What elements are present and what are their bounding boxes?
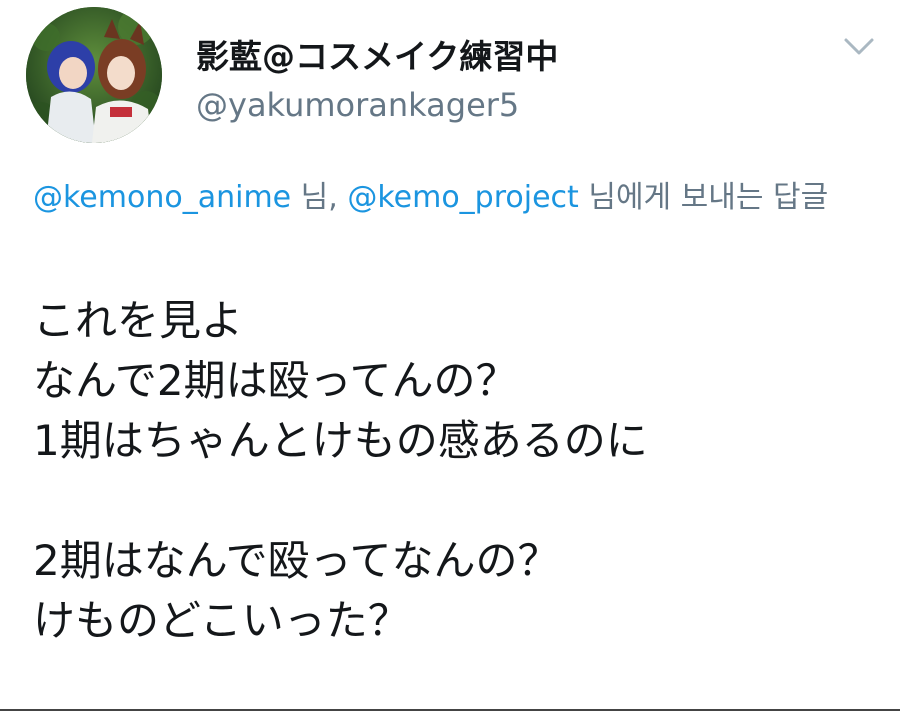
user-avatar[interactable] xyxy=(26,7,162,143)
author-handle[interactable]: @yakumorankager5 xyxy=(196,86,519,124)
mention-link[interactable]: @kemono_anime xyxy=(33,180,291,215)
tweet-line: これを見よ xyxy=(33,296,244,345)
reply-context: @kemono_anime 님, @kemo_project 님에게 보내는 답… xyxy=(33,176,873,220)
tweet-card: 影藍@コスメイク練習中 @yakumorankager5 @kemono_ani… xyxy=(0,0,900,711)
chevron-down-icon[interactable] xyxy=(842,36,876,58)
mention-link[interactable]: @kemo_project xyxy=(347,180,578,215)
author-display-name[interactable]: 影藍@コスメイク練習中 xyxy=(196,30,558,78)
tweet-line: なんで2期は殴ってんの？ xyxy=(33,356,518,405)
tweet-line: 1期はちゃんとけもの感あるのに xyxy=(33,416,648,465)
tweet-line: 2期はなんで殴ってなんの？ xyxy=(33,536,560,585)
reply-separator: 님, xyxy=(291,180,348,215)
tweet-text: これを見よ なんで2期は殴ってんの？ 1期はちゃんとけもの感あるのに 2期はなん… xyxy=(33,291,883,651)
avatar-image xyxy=(26,7,162,143)
tweet-line xyxy=(33,471,883,531)
reply-suffix: 님에게 보내는 답글 xyxy=(578,180,829,215)
tweet-line: けものどこいった？ xyxy=(33,596,410,645)
